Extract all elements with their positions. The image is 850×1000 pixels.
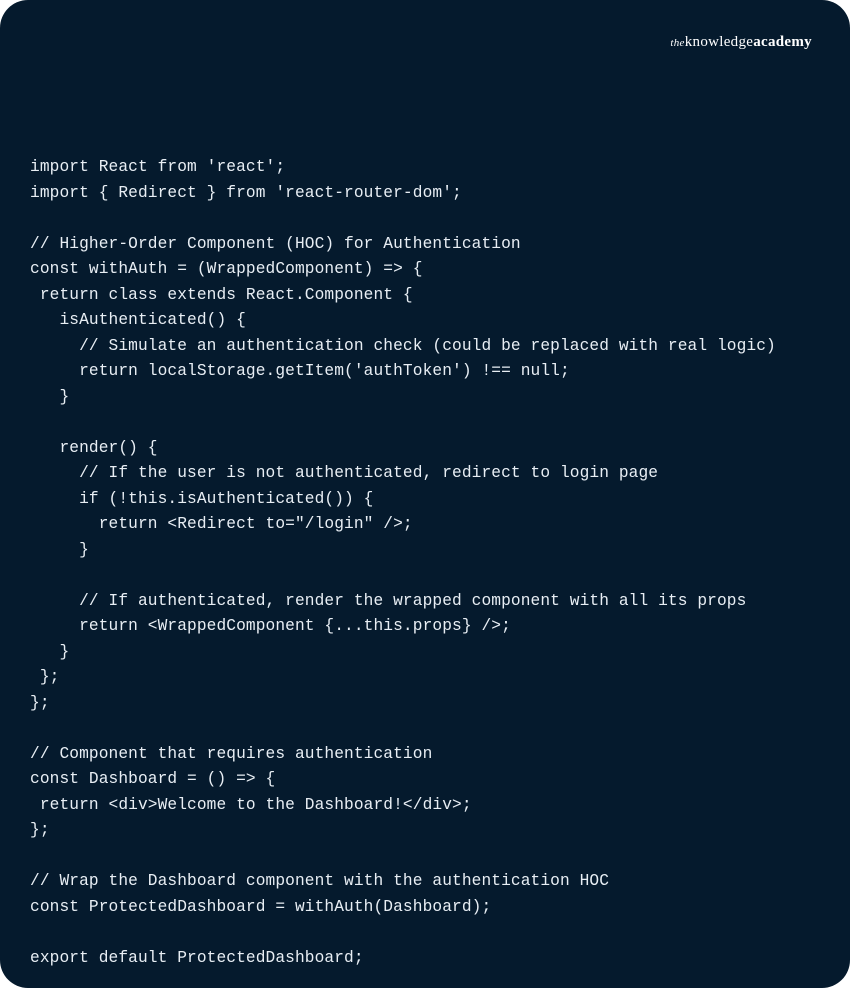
brand-academy: academy [753,34,812,50]
brand-knowledge: knowledge [685,34,754,50]
code-snippet-card: theknowledgeacademy import React from 'r… [0,0,850,988]
brand-the: the [670,37,684,49]
code-content: import React from 'react'; import { Redi… [30,155,820,971]
brand-logo: theknowledgeacademy [670,34,812,51]
